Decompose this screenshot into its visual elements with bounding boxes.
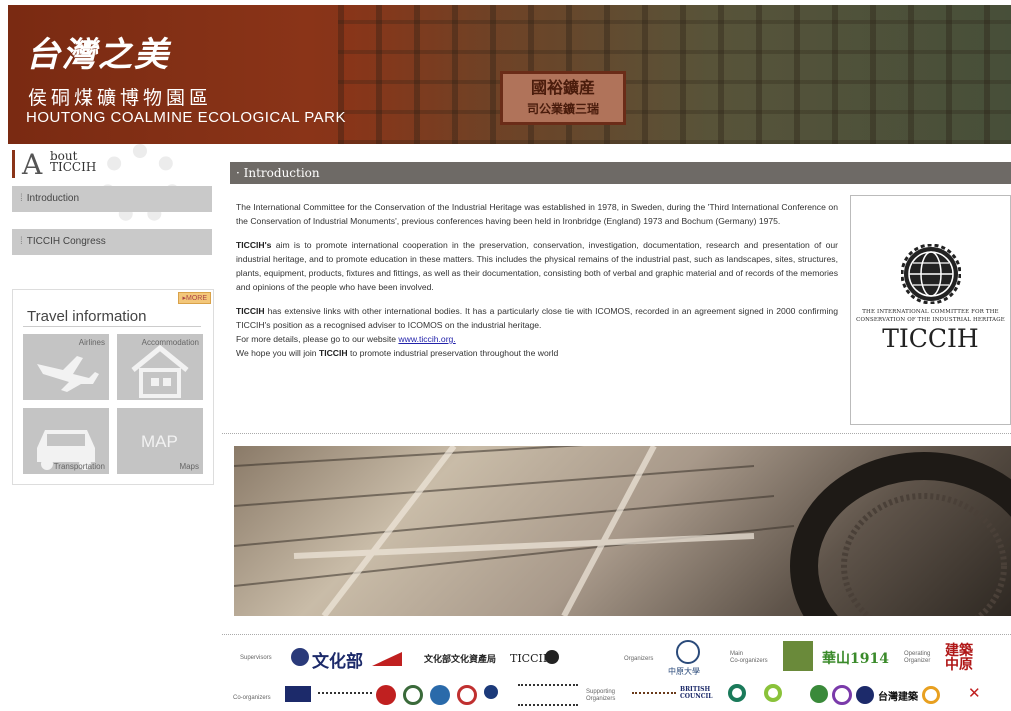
about-big-letter: A [22, 148, 43, 181]
tile-label: Transportation [53, 462, 105, 471]
section-heading: · Introduction [230, 162, 1011, 184]
label-line: Organizers [586, 696, 616, 702]
sidebar-item-ticcih-congress[interactable]: ⁞ TICCIH Congress [12, 229, 212, 255]
divider [222, 433, 1011, 434]
sign-line1: 國裕鑛産 [530, 78, 595, 97]
tile-maps[interactable]: MAP Maps [117, 408, 203, 474]
close-cross-icon[interactable]: ✕ [968, 686, 984, 702]
moc-emblem-icon [291, 648, 309, 666]
industrial-roof-photo [234, 446, 1011, 616]
emblem-icon[interactable] [430, 685, 450, 705]
fs-logo-icon[interactable] [783, 641, 813, 671]
list-bullet-icon: ⁞ [20, 193, 23, 204]
list-bullet-icon: ⁞ [20, 236, 23, 247]
caption-line2: Conservation of the Industrial Heritage [856, 317, 1005, 323]
paragraph-text: aim is to promote international cooperat… [236, 240, 838, 292]
coalmine-photo [338, 5, 1011, 144]
join-text-end: to promote industrial preservation throu… [347, 348, 559, 358]
travel-info-panel: ▸MORE Travel information Airlines Accomm… [12, 289, 214, 485]
emblem-icon[interactable] [484, 685, 498, 699]
main-coorganizers-label: Main Co-organizers [730, 651, 768, 665]
label-line: Organizer [904, 658, 931, 664]
emblem-icon[interactable] [922, 686, 940, 704]
ticcih-brand: TICCIH [882, 324, 979, 353]
emblem-icon[interactable] [856, 686, 874, 704]
paragraph-text: has extensive links with other internati… [236, 306, 838, 330]
label-line: Operating [904, 651, 931, 657]
university-text-logo[interactable] [318, 692, 372, 698]
sidebar-item-label: TICCIH Congress [26, 236, 106, 247]
tnua-logo-icon[interactable] [285, 686, 311, 702]
roof-structure-image [234, 446, 1011, 616]
caption-line1: The International Committee for the [862, 309, 999, 315]
website-link[interactable]: www.ticcih.org. [398, 334, 455, 344]
museum-logos[interactable] [518, 684, 578, 706]
about-ticcih-word: TICCIH [50, 160, 97, 174]
travel-info-title: Travel information [27, 308, 147, 325]
organizers-label: Organizers [624, 656, 654, 662]
supporting-organizers-label: Supporting Organizers [586, 689, 615, 703]
operating-org-logo[interactable]: 建築中原 [945, 644, 979, 672]
bold-ticcih: TICCIH [236, 306, 265, 316]
ticcih-globe-icon [545, 650, 559, 664]
paragraph-links: TICCIH has extensive links with other in… [236, 304, 838, 360]
divider [23, 326, 201, 327]
ticcih-caption: The International Committee for the Cons… [853, 308, 1008, 324]
huashan-logo[interactable]: 華山1914 [822, 648, 889, 668]
moc-logo[interactable]: 文化部 [312, 647, 363, 672]
map-icon: MAP [141, 432, 178, 451]
header-banner: 國裕鑛産 司公業鑛三瑞 台灣之美 侯硐煤礦博物園區 HOUTONG COALMI… [8, 5, 1011, 144]
bold-ticcih: TICCIH's [236, 240, 272, 250]
join-text: We hope you will join [236, 348, 319, 358]
supervisors-label: Supervisors [240, 655, 272, 661]
paragraph-text: The International Committee for the Cons… [236, 202, 838, 226]
operating-organizer-label: Operating Organizer [904, 651, 930, 665]
park-name-chinese: 侯硐煤礦博物園區 [28, 87, 213, 109]
paragraph-history: The International Committee for the Cons… [236, 200, 838, 228]
title-accent-bar [12, 150, 15, 178]
sign-line2: 司公業鑛三瑞 [526, 102, 599, 116]
bold-ticcih: TICCIH [318, 348, 348, 358]
emblem-icon[interactable] [376, 685, 396, 705]
more-button[interactable]: ▸MORE [178, 292, 211, 304]
ticcih-logo-box: The International Committee for the Cons… [850, 195, 1011, 425]
company-sign: 國裕鑛産 司公業鑛三瑞 [500, 71, 626, 125]
emblem-icon[interactable] [832, 685, 852, 705]
intro-content: The International Committee for the Cons… [236, 200, 838, 370]
emblem-icon[interactable] [810, 685, 828, 703]
label-line: Supporting [586, 689, 616, 695]
label-line: Main [730, 651, 744, 657]
british-council-logo[interactable]: BRITISH COUNCIL [680, 686, 714, 700]
city-govt-logo[interactable] [632, 692, 676, 698]
tile-accommodation[interactable]: Accommodation [117, 334, 203, 400]
about-ticcih-title: A bout TICCIH [12, 148, 212, 184]
divider [222, 634, 1011, 635]
paragraph-aims: TICCIH's aim is to promote international… [236, 238, 838, 294]
site-logo[interactable]: 台灣之美 [26, 27, 170, 76]
boch-logo[interactable]: 文化部文化資產局 [424, 652, 496, 665]
emblem-icon[interactable] [403, 685, 423, 705]
taiwan-architecture-logo[interactable]: 台灣建築 [878, 688, 918, 703]
tile-label: Airlines [78, 338, 105, 347]
park-name-english: HOUTONG COALMINE ECOLOGICAL PARK [26, 109, 346, 126]
emblem-icon[interactable] [728, 684, 746, 702]
cycu-emblem-icon [676, 640, 700, 664]
label-line: Co-organizers [730, 658, 768, 664]
tile-airlines[interactable]: Airlines [23, 334, 109, 400]
tile-transportation[interactable]: Transportation [23, 408, 109, 474]
tile-label: Accommodation [141, 338, 199, 347]
tile-label: Maps [179, 462, 199, 471]
goethe-logo-icon[interactable] [764, 684, 782, 702]
website-prompt: For more details, please go to our websi… [236, 334, 399, 344]
sidebar-item-introduction[interactable]: ⁞ Introduction [12, 186, 212, 212]
sidebar-item-label: Introduction [26, 193, 80, 204]
coorganizers-label: Co-organizers [233, 695, 271, 701]
globe-logo-icon [901, 244, 961, 304]
about-small-text: bout TICCIH [50, 150, 97, 174]
boch-emblem-icon [372, 652, 402, 666]
emblem-icon[interactable] [457, 685, 477, 705]
cycu-logo[interactable]: 中原大學 [668, 666, 700, 677]
